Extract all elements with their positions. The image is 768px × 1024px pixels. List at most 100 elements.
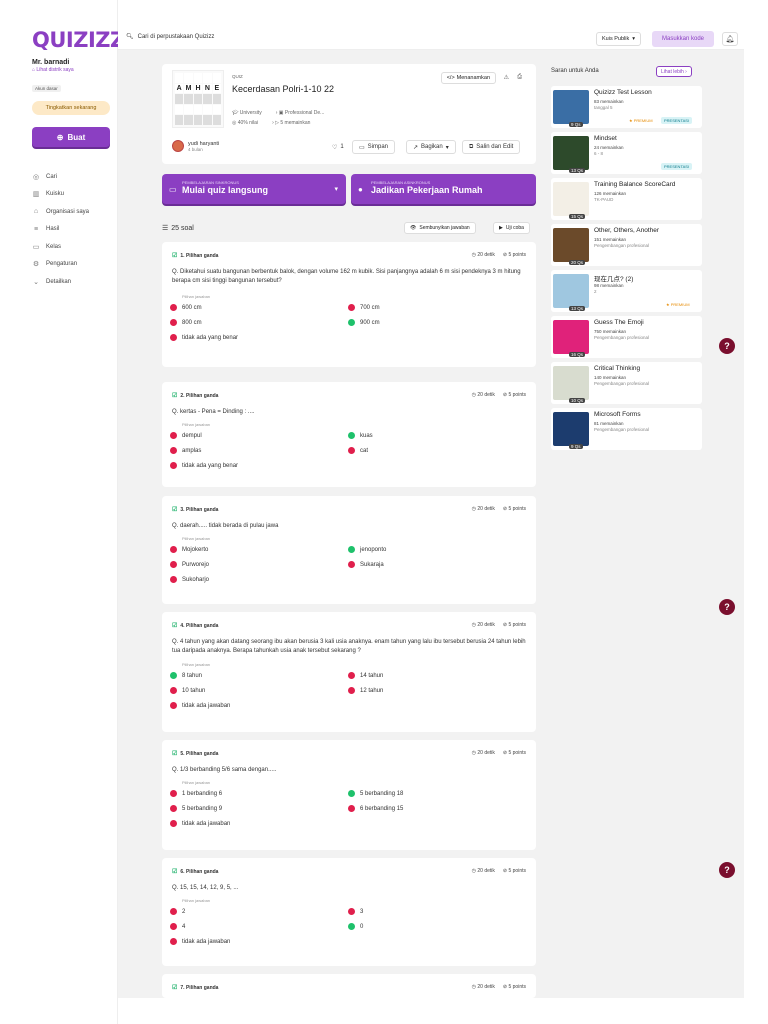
answer-option: tidak ada jawaban: [170, 938, 230, 945]
answer-option-text: 900 cm: [360, 319, 380, 326]
question-card[interactable]: ☑ 7. Pilihan ganda ◷ 20 detik ⊘ 5 points: [162, 974, 536, 998]
upgrade-button[interactable]: Tingkatkan sekarang: [32, 101, 110, 115]
quiz-title: Kecerdasan Polri-1-10 22: [232, 84, 335, 94]
like-button[interactable]: ♡ 1: [326, 140, 350, 154]
sidebar-item-my-quizzes[interactable]: ▥ Kuisku: [32, 186, 89, 204]
start-live-quiz-button[interactable]: ▭ PEMBELAJARAN SINKRONUS Mulai quiz lang…: [162, 174, 346, 204]
hide-answers-button[interactable]: 👁︎ Sembunyikan jawaban: [404, 222, 476, 234]
question-settings: ◷ 20 detik ⊘ 5 points: [472, 252, 526, 258]
help-button[interactable]: ?: [719, 862, 735, 878]
sidebar-item-classes[interactable]: ▭ Kelas: [32, 238, 89, 256]
question-settings: ◷ 20 detik ⊘ 5 points: [472, 622, 526, 628]
recommendation-card[interactable]: 9 Qs Quizizz Test Lesson 83 memainkan tangg…: [551, 86, 702, 128]
quiz-thumbnail[interactable]: A M H N E: [172, 70, 224, 128]
try-quiz-button[interactable]: ▶ Uji coba: [493, 222, 530, 234]
question-card[interactable]: ☑ 4. Pilihan ganda ◷ 20 detik ⊘ 5 points Q. …: [162, 612, 536, 732]
question-time: ◷ 20 detik: [472, 868, 495, 874]
recommendation-plays: 83 memainkan: [594, 99, 624, 104]
answer-option: 2: [170, 908, 185, 915]
recommendation-card[interactable]: 15 Qs Training Balance ScoreCard 126 memai…: [551, 178, 702, 220]
recommendation-card[interactable]: 10 Qs Critical Thinking 140 memainkan Penge…: [551, 362, 702, 404]
create-button[interactable]: ⊕ Buat: [32, 127, 110, 147]
recommendation-title: Training Balance ScoreCard: [594, 181, 676, 188]
recommendation-plays: 750 memainkan: [594, 329, 627, 334]
question-card[interactable]: ☑ 1. Pilihan ganda ◷ 20 detik ⊘ 5 points Q. …: [162, 242, 536, 367]
account-type-badge: Akun dasar: [32, 85, 61, 92]
copy-edit-button[interactable]: ⧉ Salin dan Edit: [462, 140, 521, 154]
recommendation-card[interactable]: 13 Qs Mindset 24 memainkan 6 - 8 PRESENTASI: [551, 132, 702, 174]
help-button[interactable]: ?: [719, 338, 735, 354]
question-time: ◷ 20 detik: [472, 392, 495, 398]
answer-option-text: Mojokerto: [182, 546, 209, 553]
question-text: Q. 4 tahun yang akan datang seorang ibu …: [172, 639, 526, 654]
incorrect-dot-icon: [348, 908, 355, 915]
question-type: ☑ 1. Pilihan ganda: [172, 252, 219, 260]
print-icon[interactable]: ⎙: [517, 74, 522, 81]
quiz-header-card: A M H N E QUIZ Kecerdasan Polri-1-10 22 …: [162, 64, 536, 164]
quiz-cover-image: 13 Qs: [553, 136, 589, 173]
help-button[interactable]: ?: [719, 599, 735, 615]
public-quiz-dropdown[interactable]: Kuis Publik ▾: [596, 32, 641, 46]
author-name: yudi haryanti: [188, 140, 220, 147]
quiz-author[interactable]: yudi haryanti 4 bulan: [172, 140, 219, 152]
sidebar-item-search[interactable]: ◎ Cari: [32, 168, 89, 186]
quizizz-logo[interactable]: QUIZIZZ: [32, 28, 125, 52]
recommendation-card[interactable]: 16 Qs Guess The Emoji 750 memainkan Pengemb…: [551, 316, 702, 358]
live-screen-icon: ▭: [169, 185, 177, 194]
question-time: ◷ 20 detik: [472, 252, 495, 258]
question-text-content: 15, 15, 14, 12, 9, 5, ...: [180, 885, 239, 891]
answer-option: Sukoharjo: [170, 576, 209, 583]
question-text-content: daerah..... tidak berada di pulau jawa: [180, 523, 279, 529]
answer-choices-label: Pilihan jawaban: [182, 662, 211, 667]
bell-icon[interactable]: 🔔︎: [722, 32, 738, 46]
question-title: 3. Pilihan ganda: [180, 506, 219, 513]
recommendation-grade: 2: [594, 289, 597, 294]
sidebar-item-label: Detailkan: [46, 278, 72, 285]
question-count: ☰ 25 soal: [162, 224, 194, 233]
recommendation-card[interactable]: 20 Qs Other, Others, Another 151 memainkan…: [551, 224, 702, 266]
incorrect-dot-icon: [170, 790, 177, 797]
see-more-button[interactable]: Lihat lebih ›: [656, 66, 692, 77]
share-button[interactable]: ↗ Bagikan ▾: [406, 140, 456, 154]
enter-code-button[interactable]: Masukkan kode: [652, 31, 714, 47]
correct-dot-icon: [348, 923, 355, 930]
embed-button[interactable]: </> Menanamkan: [440, 72, 496, 84]
answer-option-text: 5 berbanding 18: [360, 790, 404, 797]
quiz-level-text: University: [239, 110, 262, 116]
sidebar-item-more[interactable]: ⌄ Detailkan: [32, 273, 89, 291]
answer-option: Purworejo: [170, 561, 209, 568]
recommendation-title: Critical Thinking: [594, 365, 641, 372]
view-district-link[interactable]: ⌂ Lihat distrik saya: [32, 67, 74, 73]
search-input[interactable]: 🔍︎ Cari di perpustakaan Quizizz: [126, 33, 214, 41]
question-title: 2. Pilihan ganda: [180, 392, 219, 399]
quiz-category-text: Professional De...: [284, 110, 325, 116]
save-button[interactable]: ▭ Simpan: [352, 140, 396, 154]
incorrect-dot-icon: [170, 432, 177, 439]
sidebar-item-organization[interactable]: ⌂ Organisasi saya: [32, 203, 89, 221]
question-time-text: 20 detik: [477, 392, 495, 398]
answer-choices-label: Pilihan jawaban: [182, 422, 211, 427]
incorrect-dot-icon: [170, 702, 177, 709]
question-card[interactable]: ☑ 5. Pilihan ganda ◷ 20 detik ⊘ 5 points Q. …: [162, 740, 536, 850]
recommendation-card[interactable]: 9 Qs Microsoft Forms 81 memainkan Pengemban…: [551, 408, 702, 450]
check-circle-icon: ⊘: [502, 622, 508, 628]
caret-down-icon[interactable]: ▾: [334, 185, 338, 193]
caret-down-icon: ▾: [445, 144, 449, 151]
like-count: 1: [340, 144, 344, 150]
report-flag-icon[interactable]: ⚠: [504, 74, 509, 81]
answer-option: 1 berbanding 6: [170, 790, 222, 797]
sidebar-item-settings[interactable]: ⚙ Pengaturan: [32, 256, 89, 274]
question-card[interactable]: ☑ 3. Pilihan ganda ◷ 20 detik ⊘ 5 points Q. …: [162, 496, 536, 604]
question-card[interactable]: ☑ 6. Pilihan ganda ◷ 20 detik ⊘ 5 points Q. …: [162, 858, 536, 966]
recommendation-card[interactable]: 13 Qs 现在几点? (2) 98 memainkan 2 ★ PREMIUM: [551, 270, 702, 312]
view-district-label: Lihat distrik saya: [36, 67, 74, 73]
check-circle-icon: ⊘: [502, 252, 508, 258]
question-settings: ◷ 20 detik ⊘ 5 points: [472, 984, 526, 990]
sidebar-item-reports[interactable]: ≡ Hasil: [32, 221, 89, 239]
clock-icon: ◷: [471, 252, 476, 258]
question-card[interactable]: ☑ 2. Pilihan ganda ◷ 20 detik ⊘ 5 points Q. …: [162, 382, 536, 487]
assign-homework-button[interactable]: ● PEMBELAJARAN ASINKRONUS Jadikan Pekerj…: [351, 174, 536, 204]
question-title: 1. Pilihan ganda: [180, 252, 219, 259]
author-time: 4 bulan: [188, 146, 203, 152]
settings-icon: ⚙: [32, 261, 40, 269]
